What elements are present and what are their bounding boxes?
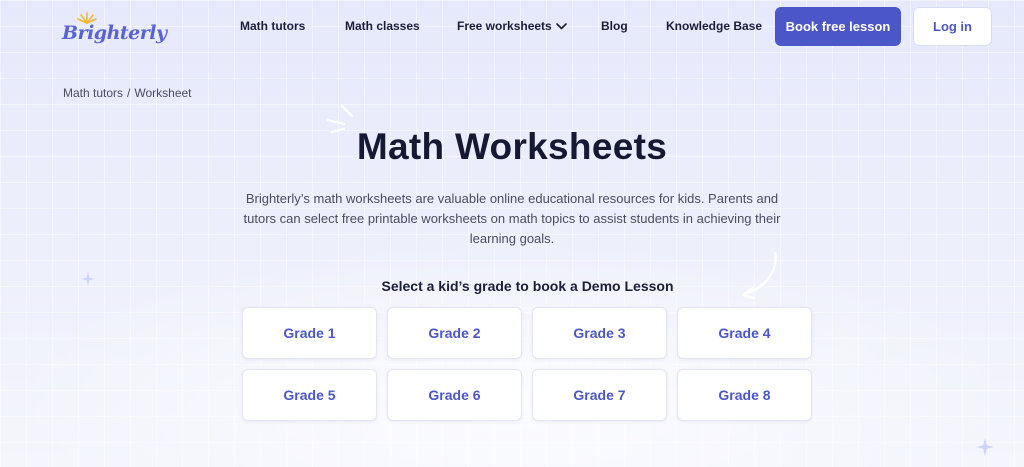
grade-3-button[interactable]: Grade 3 xyxy=(532,307,667,359)
nav-math-tutors[interactable]: Math tutors xyxy=(240,19,305,33)
site-header: Brighterly Math tutors Math classes Free… xyxy=(0,0,1024,52)
breadcrumb: Math tutors / Worksheet xyxy=(63,86,192,100)
star-icon xyxy=(976,438,994,456)
nav-free-worksheets-label: Free worksheets xyxy=(457,19,552,33)
chevron-down-icon xyxy=(555,23,567,30)
grade-4-button[interactable]: Grade 4 xyxy=(677,307,812,359)
grade-select-heading: Select a kid’s grade to book a Demo Less… xyxy=(381,278,674,294)
grade-5-button[interactable]: Grade 5 xyxy=(242,369,377,421)
grade-grid: Grade 1 Grade 2 Grade 3 Grade 4 Grade 5 … xyxy=(242,307,812,421)
grade-1-button[interactable]: Grade 1 xyxy=(242,307,377,359)
page-title: Math Worksheets xyxy=(356,126,668,167)
grade-6-button[interactable]: Grade 6 xyxy=(387,369,522,421)
grade-8-button[interactable]: Grade 8 xyxy=(677,369,812,421)
book-free-lesson-button[interactable]: Book free lesson xyxy=(775,7,901,46)
login-button[interactable]: Log in xyxy=(913,7,992,46)
page-description: Brighterly’s math worksheets are valuabl… xyxy=(243,191,781,246)
grade-7-button[interactable]: Grade 7 xyxy=(532,369,667,421)
breadcrumb-home-link[interactable]: Math tutors xyxy=(63,86,123,100)
brighterly-logo[interactable]: Brighterly xyxy=(62,10,167,44)
breadcrumb-current: Worksheet xyxy=(134,86,192,100)
grade-2-button[interactable]: Grade 2 xyxy=(387,307,522,359)
nav-math-classes[interactable]: Math classes xyxy=(345,19,420,33)
nav-knowledge-base[interactable]: Knowledge Base xyxy=(666,19,762,33)
breadcrumb-separator: / xyxy=(127,86,131,100)
nav-blog[interactable]: Blog xyxy=(601,19,628,33)
nav-free-worksheets[interactable]: Free worksheets xyxy=(457,19,567,33)
logo-text: Brighterly xyxy=(62,22,167,44)
